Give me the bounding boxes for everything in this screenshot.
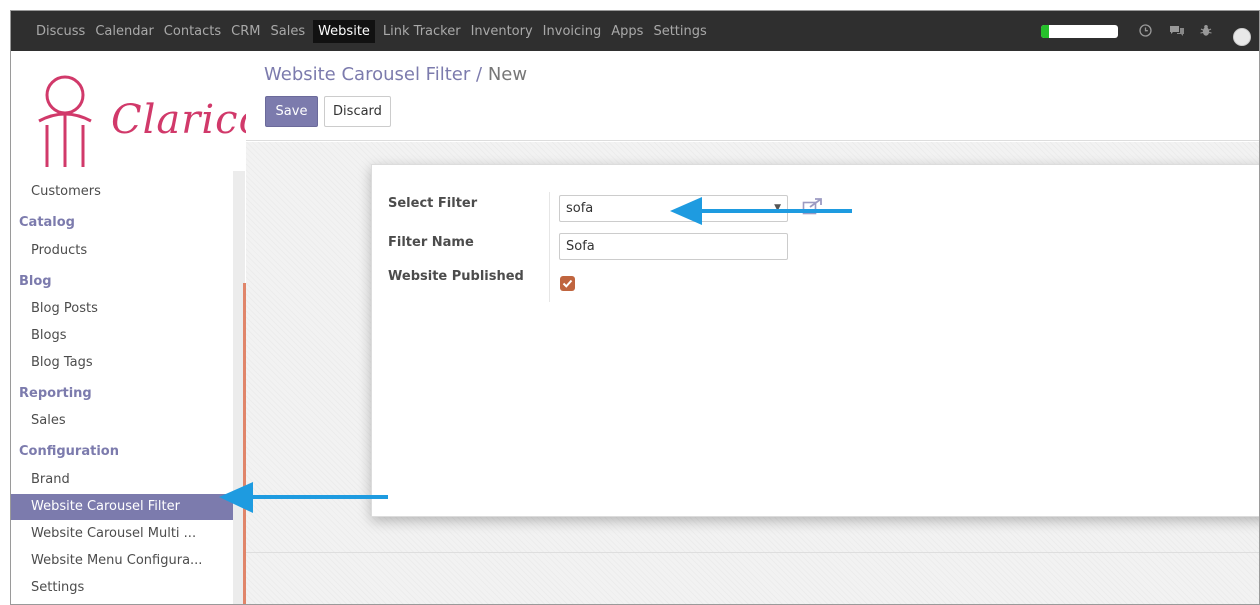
breadcrumb-separator: / — [476, 64, 483, 85]
menu-sales[interactable]: Sales — [270, 19, 305, 44]
caret-right-icon: ▸ — [21, 600, 31, 604]
discard-button[interactable]: Discard — [324, 96, 391, 127]
menu-apps[interactable]: Apps — [611, 19, 643, 44]
breadcrumb-parent[interactable]: Website Carousel Filter — [264, 64, 470, 85]
app-window: Discuss Calendar Contacts CRM Sales Webs… — [10, 10, 1260, 605]
chat-icon[interactable] — [1169, 24, 1185, 41]
menu-invoicing[interactable]: Invoicing — [543, 19, 602, 44]
website-published-label: Website Published — [388, 269, 524, 284]
menu-link-tracker[interactable]: Link Tracker — [383, 19, 461, 44]
external-link-icon[interactable] — [802, 197, 824, 215]
website-published-checkbox[interactable] — [560, 276, 575, 291]
menu-inventory[interactable]: Inventory — [471, 19, 533, 44]
top-menu: Discuss Calendar Contacts CRM Sales Webs… — [36, 11, 717, 51]
sidebar-heading-catalog[interactable]: Catalog — [11, 210, 233, 236]
sidebar-item-ecommerce[interactable]: ▸eCommerce — [11, 599, 233, 604]
menu-calendar[interactable]: Calendar — [95, 19, 153, 44]
menu-settings[interactable]: Settings — [653, 19, 706, 44]
filter-name-field[interactable]: Sofa — [559, 233, 788, 260]
save-button[interactable]: Save — [265, 96, 318, 127]
menu-discuss[interactable]: Discuss — [36, 19, 85, 44]
status-bar — [1041, 25, 1118, 38]
content-area: Select Filter Filter Name Website Publis… — [246, 142, 1259, 604]
field-divider — [549, 192, 550, 302]
menu-website[interactable]: Website — [313, 19, 375, 43]
filter-name-label: Filter Name — [388, 235, 474, 250]
sidebar-item-blogs[interactable]: Blogs — [11, 323, 233, 349]
sidebar-item-website-carousel-filter[interactable]: Website Carousel Filter — [11, 494, 233, 520]
bug-icon[interactable] — [1200, 24, 1212, 41]
sidebar-item-settings[interactable]: Settings — [11, 575, 233, 601]
sidebar-item-blog-posts[interactable]: Blog Posts — [11, 296, 233, 322]
sidebar-item-sales[interactable]: Sales — [11, 408, 233, 434]
sidebar-item-customers[interactable]: Customers — [11, 179, 233, 205]
menu-contacts[interactable]: Contacts — [164, 19, 221, 44]
sidebar-item-brand[interactable]: Brand — [11, 467, 233, 493]
top-navbar: Discuss Calendar Contacts CRM Sales Webs… — [11, 11, 1259, 51]
control-panel: Website Carousel Filter / New Save Disca… — [246, 51, 1259, 141]
company-logo: Clarico — [25, 67, 263, 171]
user-avatar[interactable] — [1233, 28, 1251, 46]
sidebar-heading-configuration[interactable]: Configuration — [11, 439, 233, 465]
breadcrumb: Website Carousel Filter / New — [264, 64, 527, 85]
form-sheet: Select Filter Filter Name Website Publis… — [371, 164, 1259, 517]
breadcrumb-current: New — [487, 64, 528, 85]
chevron-down-icon: ▼ — [774, 203, 781, 213]
sidebar-item-website-menu-configuration[interactable]: Website Menu Configura... — [11, 548, 233, 574]
sidebar: Clarico Customers Catalog Products Blog … — [11, 51, 263, 604]
menu-crm[interactable]: CRM — [231, 19, 260, 44]
company-logo-text: Clarico — [111, 97, 264, 143]
sidebar-item-products[interactable]: Products — [11, 238, 233, 264]
select-filter-dropdown[interactable]: sofa ▼ — [559, 195, 788, 222]
sidebar-item-blog-tags[interactable]: Blog Tags — [11, 350, 233, 376]
sidebar-heading-blog[interactable]: Blog — [11, 269, 233, 295]
clock-icon[interactable] — [1139, 24, 1152, 41]
select-filter-label: Select Filter — [388, 196, 478, 211]
content-separator — [246, 552, 1259, 553]
select-filter-value: sofa — [566, 201, 594, 216]
sidebar-heading-reporting[interactable]: Reporting — [11, 381, 233, 407]
sidebar-item-website-carousel-multi[interactable]: Website Carousel Multi ... — [11, 521, 233, 547]
